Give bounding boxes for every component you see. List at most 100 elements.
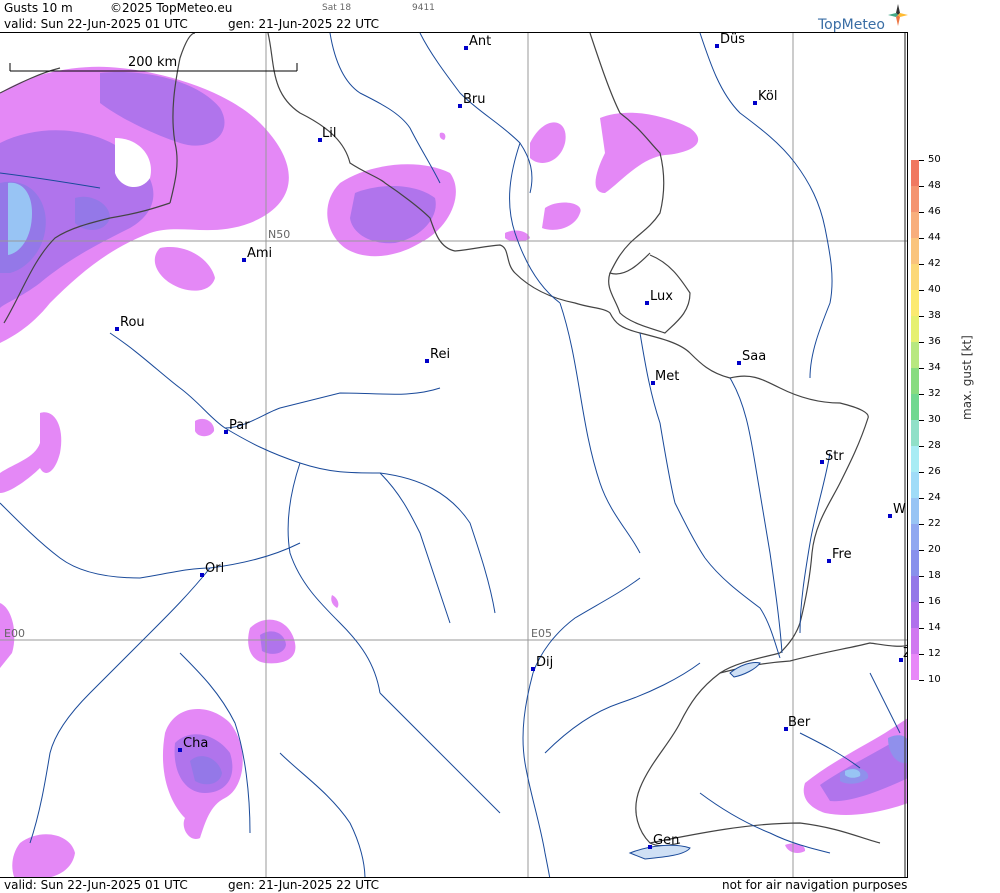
color-legend: 50 48 46 44 42 40 38 36 34 32 30 28 26 24 22 20 18 16 14 12…: [908, 0, 1000, 893]
legend-tick-label: 34: [928, 362, 941, 373]
city-ami[interactable]: Ami: [242, 246, 272, 262]
legend-tick-label: 26: [928, 466, 941, 477]
city-label: Par: [229, 418, 250, 433]
legend-tick-mark: [919, 394, 924, 395]
legend-tick-mark: [919, 342, 924, 343]
city-str[interactable]: Str: [820, 449, 844, 464]
map-canvas[interactable]: N50 E00 E05 200 km Ant Düs Bru Köl Lil A…: [0, 33, 908, 878]
legend-swatch: [911, 160, 919, 186]
city-cha[interactable]: Cha: [178, 736, 208, 752]
city-ant[interactable]: Ant: [464, 34, 491, 50]
city-label: Saa: [742, 349, 766, 364]
legend-swatch: [911, 420, 919, 446]
legend-tick-label: 16: [928, 596, 941, 607]
city-dij[interactable]: Dij: [531, 655, 553, 671]
legend-swatch: [911, 264, 919, 290]
legend-tick-label: 20: [928, 544, 941, 555]
city-label: Met: [655, 369, 679, 384]
city-orl[interactable]: Orl: [200, 561, 224, 577]
legend-tick-mark: [919, 472, 924, 473]
legend-tick-mark: [919, 550, 924, 551]
legend-swatch: [911, 446, 919, 472]
legend-tick-label: 50: [928, 154, 941, 165]
legend-tick-label: 46: [928, 206, 941, 217]
map-panel[interactable]: N50 E00 E05 200 km Ant Düs Bru Köl Lil A…: [0, 32, 908, 878]
city-label: Orl: [205, 561, 224, 576]
legend-swatch: [911, 368, 919, 394]
city-w[interactable]: W: [888, 502, 906, 518]
legend-tick-mark: [919, 654, 924, 655]
legend-tick-mark: [919, 316, 924, 317]
legend-swatch: [911, 628, 919, 654]
city-label: Ami: [247, 246, 272, 261]
legend-swatch: [911, 576, 919, 602]
city-fre[interactable]: Fre: [827, 547, 852, 563]
legend-tick-label: 12: [928, 648, 941, 659]
legend-tick-label: 24: [928, 492, 941, 503]
city-rou[interactable]: Rou: [115, 315, 145, 331]
city-bru[interactable]: Bru: [458, 92, 486, 108]
run-code: 9411: [412, 3, 435, 13]
legend-tick-mark: [919, 290, 924, 291]
legend-tick-mark: [919, 680, 924, 681]
legend-tick-label: 42: [928, 258, 941, 269]
city-label: Fre: [832, 547, 852, 562]
city-ber[interactable]: Ber: [784, 715, 811, 731]
city-label: Rou: [120, 315, 145, 330]
city-lil[interactable]: Lil: [318, 126, 336, 142]
grid-label-e05: E05: [531, 627, 552, 640]
legend-swatch: [911, 238, 919, 264]
generation-time: gen: 21-Jun-2025 22 UTC: [228, 17, 380, 31]
city-label: Düs: [720, 33, 745, 47]
grid-label-n50: N50: [268, 228, 290, 241]
legend-tick-label: 44: [928, 232, 941, 243]
product-title: Gusts 10 m: [4, 1, 73, 15]
legend-tick-label: 38: [928, 310, 941, 321]
legend-tick-mark: [919, 264, 924, 265]
city-label: Lux: [650, 289, 673, 304]
city-label: Ant: [469, 34, 491, 49]
legend-tick-label: 28: [928, 440, 941, 451]
legend-swatch: [911, 394, 919, 420]
city-label: Cha: [183, 736, 208, 751]
city-saa[interactable]: Saa: [737, 349, 766, 365]
legend-swatch: [911, 342, 919, 368]
lake-neuchatel: [729, 662, 761, 678]
legend-tick-label: 30: [928, 414, 941, 425]
city-rei[interactable]: Rei: [425, 347, 450, 363]
city-label: Str: [825, 449, 844, 464]
legend-tick-label: 14: [928, 622, 941, 633]
legend-tick-mark: [919, 446, 924, 447]
legend-tick-mark: [919, 498, 924, 499]
gust-shading: [0, 66, 907, 877]
legend-swatch: [911, 550, 919, 576]
legend-tick-label: 36: [928, 336, 941, 347]
legend-tick-mark: [919, 212, 924, 213]
city-z[interactable]: Z: [899, 646, 908, 662]
legend-swatch: [911, 316, 919, 342]
legend-tick-label: 32: [928, 388, 941, 399]
legend-tick-mark: [919, 186, 924, 187]
legend-tick-label: 48: [928, 180, 941, 191]
legend-swatch: [911, 524, 919, 550]
legend-tick-mark: [919, 576, 924, 577]
city-label: Köl: [758, 89, 777, 104]
city-label: Rei: [430, 347, 450, 362]
city-par[interactable]: Par: [224, 418, 250, 434]
city-lux[interactable]: Lux: [645, 289, 673, 305]
topmeteo-logo: TopMeteo: [818, 17, 885, 33]
legend-tick-mark: [919, 524, 924, 525]
legend-tick-label: 40: [928, 284, 941, 295]
city-dus[interactable]: Düs: [715, 33, 745, 48]
legend-swatch: [911, 472, 919, 498]
city-met[interactable]: Met: [651, 369, 679, 385]
grid-label-e00: E00: [4, 627, 25, 640]
legend-swatch: [911, 186, 919, 212]
legend-tick-mark: [919, 160, 924, 161]
city-gen[interactable]: Gen: [648, 833, 679, 849]
legend-tick-label: 10: [928, 674, 941, 685]
city-kol[interactable]: Köl: [753, 89, 777, 105]
valid-time: valid: Sun 22-Jun-2025 01 UTC: [4, 17, 188, 31]
legend-tick-mark: [919, 420, 924, 421]
compass-logo-icon: [888, 4, 908, 26]
